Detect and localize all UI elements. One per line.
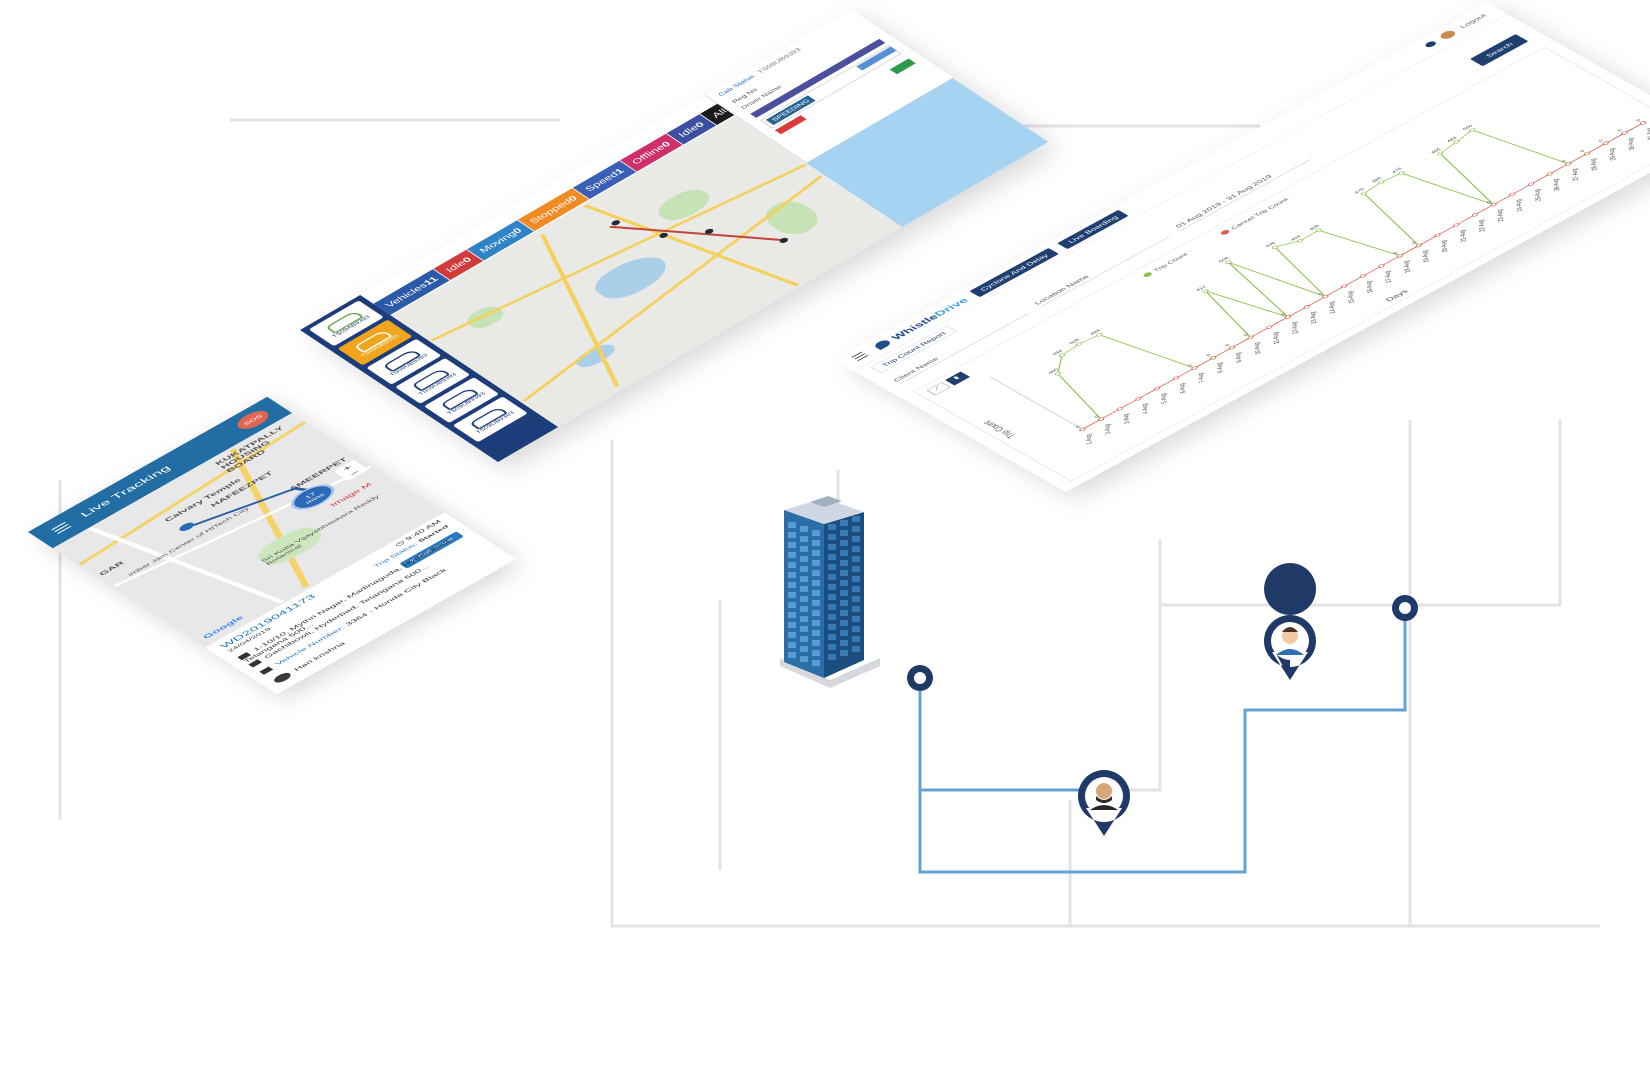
- x-tick-label: 7-Aug: [1198, 372, 1207, 383]
- driver-avatar: [271, 671, 294, 685]
- logout-link[interactable]: Logout: [1458, 13, 1487, 29]
- x-tick-label: 14-Aug: [1329, 301, 1338, 314]
- route-node-icon: [907, 665, 933, 691]
- data-point: [1266, 325, 1273, 329]
- driver-pin-icon: [1078, 770, 1130, 836]
- data-point: [1434, 233, 1441, 238]
- x-tick-label: 8-Aug: [1216, 362, 1225, 373]
- x-tick-label: 29-Aug: [1609, 147, 1618, 160]
- y-axis-label: Trip Count: [980, 419, 1018, 440]
- legend-label: Trip Count: [1153, 252, 1190, 272]
- data-point: [1378, 264, 1385, 268]
- data-point: [1340, 284, 1348, 289]
- data-point: [1172, 376, 1179, 381]
- x-tick-label: 10-Aug: [1254, 341, 1263, 354]
- data-point: [1303, 305, 1310, 309]
- data-point: [1154, 386, 1161, 391]
- hamburger-menu-icon[interactable]: ☰: [48, 520, 76, 537]
- x-tick-label: 24-Aug: [1515, 198, 1524, 211]
- data-point: [1135, 396, 1142, 401]
- x-tick-label: 27-Aug: [1572, 168, 1581, 181]
- x-tick-label: 4-Aug: [1142, 403, 1151, 414]
- car-icon: [259, 666, 274, 675]
- x-tick-label: 23-Aug: [1497, 209, 1506, 222]
- x-tick-label: 11-Aug: [1272, 331, 1281, 344]
- route-node-icon: [1392, 595, 1418, 621]
- data-point: [1527, 182, 1535, 186]
- data-point: [1359, 274, 1366, 278]
- x-tick-label: 25-Aug: [1534, 188, 1543, 201]
- x-tick-label: 26-Aug: [1553, 178, 1562, 191]
- legend-marker: [1220, 230, 1230, 235]
- x-tick-label: 15-Aug: [1347, 290, 1356, 303]
- data-point: [1453, 223, 1460, 227]
- x-tick-label: 17-Aug: [1385, 270, 1394, 283]
- x-tick-label: 22-Aug: [1478, 219, 1487, 232]
- x-tick-label: 9-Aug: [1235, 352, 1244, 363]
- map-label: GAR: [97, 560, 126, 577]
- x-tick-label: 2-Aug: [1104, 423, 1113, 434]
- x-tick-label: 21-Aug: [1459, 229, 1468, 242]
- x-axis-label: Days: [1383, 288, 1410, 303]
- x-tick-label: 16-Aug: [1366, 280, 1375, 293]
- x-tick-label: 30-Aug: [1628, 137, 1637, 150]
- x-tick-label: 13-Aug: [1310, 311, 1319, 324]
- data-point: [1116, 407, 1123, 411]
- x-tick-label: 28-Aug: [1590, 158, 1599, 171]
- x-tick-label: 19-Aug: [1422, 250, 1431, 263]
- x-tick-label: 3-Aug: [1123, 413, 1132, 424]
- notification-icon[interactable]: [1423, 40, 1439, 49]
- x-tick-label: 6-Aug: [1179, 382, 1188, 393]
- x-tick-label: 31-Aug: [1646, 127, 1650, 140]
- logo-pin-icon: [872, 338, 893, 350]
- x-tick-label: 20-Aug: [1441, 239, 1450, 252]
- office-building-icon: [780, 496, 880, 688]
- x-tick-label: 5-Aug: [1160, 393, 1169, 404]
- hamburger-menu-icon[interactable]: ☰: [848, 350, 872, 363]
- x-tick-label: 18-Aug: [1403, 260, 1412, 273]
- passenger-pin-icon: [1264, 563, 1317, 680]
- vehicle-location-marker: [177, 521, 197, 533]
- x-tick-label: 1-Aug: [1086, 433, 1095, 444]
- confirm-button[interactable]: [889, 58, 916, 75]
- data-point: [1509, 192, 1516, 197]
- legend-marker: [1143, 272, 1152, 277]
- x-tick-label: 12-Aug: [1291, 321, 1300, 334]
- data-point: [1546, 172, 1553, 176]
- data-point: [1471, 213, 1478, 217]
- avatar[interactable]: [1438, 29, 1459, 41]
